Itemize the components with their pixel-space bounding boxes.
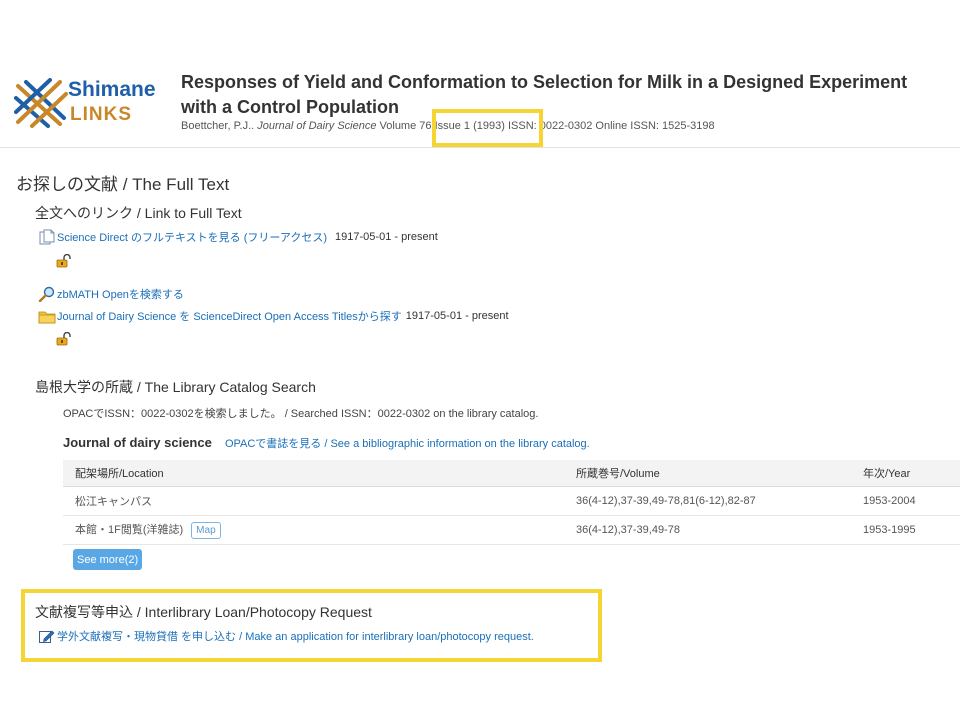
logo-text-links: LINKS [70,104,132,125]
library-catalog-heading: 島根大学の所蔵 / The Library Catalog Search [35,379,316,395]
zbmath-link[interactable]: zbMATH Openを検索する [57,286,184,302]
jds-open-access-link[interactable]: Journal of Dairy Science を ScienceDirect… [57,308,402,324]
ill-highlight-box [21,589,602,662]
column-header-year: 年次/Year [851,460,960,487]
logo-mark-icon [14,78,68,128]
opac-search-note: OPACでISSN：0022-0302を検索しました。 / Searched I… [63,408,539,420]
holding-year: 1953-1995 [851,515,960,545]
holding-location-cell: 本館・1F閲覧(洋雑誌) Map [63,515,564,545]
meta-volume-label: Volume [376,120,420,132]
document-icon [38,229,55,245]
magnifier-icon [38,286,55,303]
lock-open-icon [56,253,72,272]
opac-bibliographic-link[interactable]: OPACで書誌を見る / See a bibliographic informa… [225,438,590,450]
holding-location: 松江キャンパス [63,486,564,516]
holding-year: 1953-2004 [851,486,960,516]
article-title: Responses of Yield and Conformation to S… [181,72,908,117]
zbmath-row: zbMATH Openを検索する [38,286,184,303]
sciencedirect-coverage: 1917-05-01 - present [335,231,438,243]
column-header-location: 配架場所/Location [63,460,564,487]
lock-open-icon [56,331,72,350]
table-row: 松江キャンパス 36(4-12),37-39,49-78,81(6-12),82… [63,486,960,516]
header-divider [0,147,960,148]
holding-location: 本館・1F閲覧(洋雑誌) [75,523,184,536]
column-header-volume: 所蔵巻号/Volume [564,460,851,487]
ill-application-link[interactable]: 学外文献複写・現物貸借 を申し込む / Make an application … [57,628,534,644]
holding-volume: 36(4-12),37-39,49-78,81(6-12),82-87 [564,486,851,516]
catalog-journal-row: Journal of dairy science OPACで書誌を見る / Se… [63,432,590,451]
ill-heading: 文献複写等申込 / Interlibrary Loan/Photocopy Re… [35,604,372,620]
issue-highlight-box [432,109,543,147]
link-to-full-text-heading: 全文へのリンク / Link to Full Text [35,205,242,221]
folder-icon [38,308,56,324]
sciencedirect-row: Science Direct のフルテキストを見る (フリーアクセス) 1917… [38,229,438,245]
see-more-button[interactable]: See more(2) [73,549,143,570]
catalog-journal-title: Journal of dairy science [63,435,212,450]
meta-journal: Journal of Dairy Science [257,120,377,132]
table-row: 本館・1F閲覧(洋雑誌) Map 36(4-12),37-39,49-78 195… [63,515,960,545]
jds-open-access-row: Journal of Dairy Science を ScienceDirect… [38,308,509,324]
holding-volume: 36(4-12),37-39,49-78 [564,515,851,545]
map-button[interactable]: Map [191,521,221,539]
holdings-header-row: 配架場所/Location 所蔵巻号/Volume 年次/Year [63,460,960,487]
meta-author: Boettcher, P.J.. [181,120,258,132]
edit-icon [38,628,55,644]
full-text-heading: お探しの文献 / The Full Text [16,175,230,194]
holdings-table: 配架場所/Location 所蔵巻号/Volume 年次/Year 松江キャンパ… [63,460,960,545]
ill-row: 学外文献複写・現物貸借 を申し込む / Make an application … [38,628,534,644]
sciencedirect-link[interactable]: Science Direct のフルテキストを見る (フリーアクセス) [57,229,327,245]
jds-coverage: 1917-05-01 - present [405,310,509,322]
logo-text-shimane: Shimane [68,78,156,101]
